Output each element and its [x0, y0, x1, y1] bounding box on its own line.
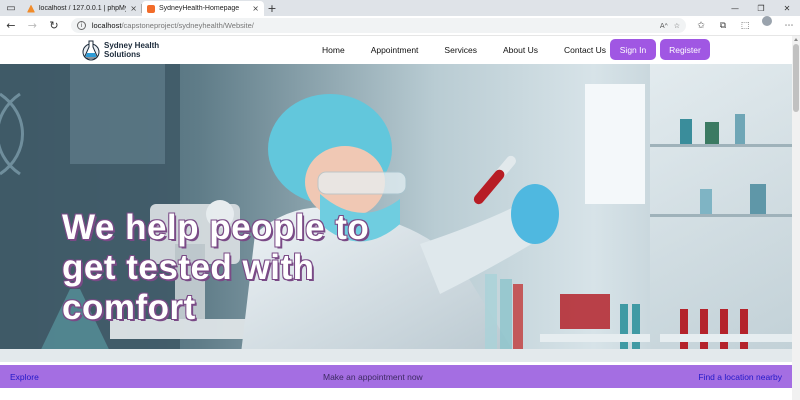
nav-about-us[interactable]: About Us: [503, 45, 538, 55]
tab-title: localhost / 127.0.0.1 | phpMyAdmin: [39, 5, 127, 12]
restore-icon[interactable]: ❐: [748, 0, 774, 16]
favorite-add-icon[interactable]: ☆: [674, 22, 680, 30]
tab-phpmyadmin[interactable]: localhost / 127.0.0.1 | phpMyAdmin ×: [22, 1, 142, 16]
browser-tab-bar: ▭ localhost / 127.0.0.1 | phpMyAdmin × S…: [0, 0, 800, 16]
collections-icon[interactable]: ⧉: [712, 16, 734, 36]
shelf-board: [650, 214, 792, 217]
bottle: [700, 189, 712, 214]
nav-home[interactable]: Home: [322, 45, 345, 55]
back-icon[interactable]: ←: [0, 16, 22, 36]
nav-contact-us[interactable]: Contact Us: [564, 45, 606, 55]
register-button[interactable]: Register: [660, 39, 710, 60]
nav-appointment[interactable]: Appointment: [371, 45, 419, 55]
tab-sydneyhealth[interactable]: SydneyHealth-Homepage ×: [142, 1, 264, 16]
close-icon[interactable]: ×: [130, 4, 137, 13]
new-tab-button[interactable]: +: [264, 1, 280, 16]
profile-icon[interactable]: [762, 15, 772, 26]
hero-banner: We help people to get tested with comfor…: [0, 64, 792, 362]
tab-title: SydneyHealth-Homepage: [159, 5, 240, 12]
logo-flask-icon: [82, 40, 100, 61]
read-aloud-icon[interactable]: Aᴬ: [660, 22, 668, 30]
window-panel: [70, 64, 165, 164]
bottle: [705, 122, 719, 144]
sidebar-icon[interactable]: ▭: [0, 0, 22, 16]
logo-text: Sydney Health Solutions: [104, 41, 160, 59]
find-location-link[interactable]: Find a location nearby: [698, 372, 782, 382]
phpmyadmin-icon: [27, 4, 35, 13]
address-bar[interactable]: i localhost/capstoneproject/sydneyhealth…: [70, 18, 686, 33]
shelf-board: [650, 144, 792, 147]
test-tube: [473, 155, 516, 205]
browser-toolbar: ← → ↻ i localhost/capstoneproject/sydney…: [0, 15, 800, 36]
logo[interactable]: Sydney Health Solutions: [82, 39, 159, 61]
site-navbar: Sydney Health Solutions Home Appointment…: [0, 36, 792, 64]
extensions-icon[interactable]: ⬚: [734, 16, 756, 36]
bright-window: [585, 84, 645, 204]
favorites-icon[interactable]: ✩: [690, 16, 712, 36]
site-favicon-icon: [147, 4, 155, 13]
sign-in-button[interactable]: Sign In: [610, 39, 656, 60]
refresh-icon[interactable]: ↻: [43, 16, 65, 36]
window-controls: — ❐ ✕: [722, 0, 800, 16]
scrollbar-thumb[interactable]: [793, 44, 799, 112]
close-icon[interactable]: ×: [252, 4, 259, 13]
bottle: [680, 119, 692, 144]
bottle: [750, 184, 766, 214]
make-appointment-link[interactable]: Make an appointment now: [323, 372, 423, 382]
info-icon[interactable]: i: [76, 21, 86, 30]
nav-services[interactable]: Services: [444, 45, 477, 55]
page-viewport: Sydney Health Solutions Home Appointment…: [0, 36, 792, 400]
more-icon[interactable]: ⋯: [778, 16, 800, 36]
page-scrollbar[interactable]: [792, 36, 800, 400]
close-window-icon[interactable]: ✕: [774, 0, 800, 16]
hero-headline: We help people to get tested with comfor…: [62, 208, 370, 327]
info-bar: Explore Make an appointment now Find a l…: [0, 365, 792, 388]
minimize-icon[interactable]: —: [722, 0, 748, 16]
bottle: [735, 114, 745, 144]
main-menu: Home Appointment Services About Us Conta…: [322, 36, 632, 64]
explore-link[interactable]: Explore: [10, 372, 39, 382]
scroll-up-icon[interactable]: [794, 38, 798, 41]
url-text[interactable]: localhost/capstoneproject/sydneyhealth/W…: [92, 21, 654, 30]
forward-icon[interactable]: →: [22, 16, 44, 36]
